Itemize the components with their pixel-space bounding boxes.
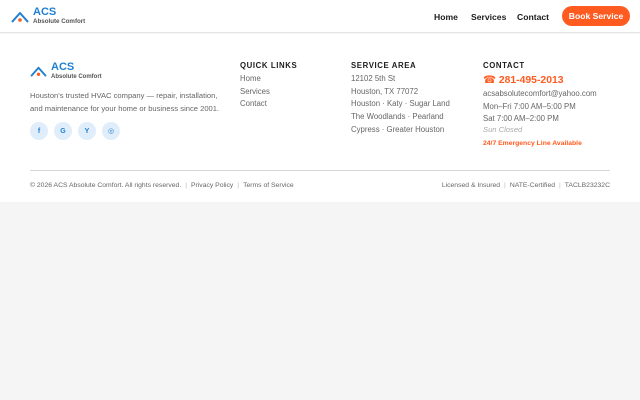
footer-brand-tagline: Absolute Comfort (51, 74, 102, 80)
service-area-item: 12102 5th St (351, 74, 396, 83)
social-links: f G Y ◎ (30, 122, 126, 140)
footer-brand-name: ACS (51, 61, 75, 73)
quick-links-title: QUICK LINKS (240, 61, 298, 70)
certified-badge: NATE-Certified (509, 182, 556, 189)
header-logo[interactable]: ACS Absolute Comfort (11, 7, 85, 25)
instagram-icon[interactable]: ◎ (102, 122, 120, 140)
footer-link-home[interactable]: Home (240, 73, 270, 86)
about-text: Houston's trusted HVAC company — repair,… (30, 91, 220, 113)
service-area-item: Cypress · Greater Houston (351, 124, 445, 134)
house-roof-icon (30, 66, 47, 77)
email-link[interactable]: acsabsolutecomfort@yahoo.com (483, 88, 597, 101)
footer-logo[interactable]: ACS Absolute Comfort (30, 62, 102, 80)
copyright-text: © 2026 ACS Absolute Comfort. All rights … (30, 182, 182, 189)
emergency-line: 24/7 Emergency Line Available (483, 140, 582, 147)
facebook-icon[interactable]: f (30, 122, 48, 140)
service-area-list: 12102 5th St Houston, TX 77072 Houston ·… (351, 73, 450, 136)
privacy-policy-link[interactable]: Privacy Policy (191, 182, 233, 189)
yelp-icon[interactable]: Y (78, 122, 96, 140)
footer-link-services[interactable]: Services (240, 86, 270, 99)
quick-links-list: Home Services Contact (240, 73, 270, 111)
separator: | (559, 182, 561, 189)
service-area-title: SERVICE AREA (351, 61, 417, 70)
google-icon[interactable]: G (54, 122, 72, 140)
hours-sunday: Sun Closed (483, 125, 523, 134)
service-area-item: Houston, TX 77072 (351, 86, 419, 96)
nav-services[interactable]: Services (471, 0, 506, 33)
terms-of-service-link[interactable]: Terms of Service (243, 182, 294, 189)
brand-tagline: Absolute Comfort (33, 18, 86, 25)
separator: | (237, 182, 240, 189)
footer-bottom-left: © 2026 ACS Absolute Comfort. All rights … (30, 182, 294, 189)
nav-contact[interactable]: Contact (517, 0, 549, 33)
footer-divider (30, 170, 610, 171)
hours-weekday: Mon–Fri 7:00 AM–5:00 PM (483, 101, 576, 111)
licensed-badge: Licensed & Insured (441, 182, 501, 189)
house-roof-icon (11, 11, 29, 23)
service-area-item: Houston · Katy · Sugar Land (351, 99, 450, 109)
site-footer: ACS Absolute Comfort Houston's trusted H… (0, 34, 640, 202)
footer-bottom-right: Licensed & Insured | NATE-Certified | TA… (442, 182, 610, 189)
footer-link-contact[interactable]: Contact (240, 98, 270, 111)
separator: | (504, 182, 506, 189)
service-area-item: The Woodlands · Pearland (351, 112, 444, 122)
contact-title: CONTACT (483, 61, 525, 70)
site-header: ACS Absolute Comfort Home Services Conta… (0, 0, 640, 33)
phone-link[interactable]: ☎ 281-495-2013 (483, 74, 564, 86)
license-number: TACLB23232C (564, 182, 610, 189)
book-service-button[interactable]: Book Service (562, 6, 630, 26)
contact-details: acsabsolutecomfort@yahoo.com Mon–Fri 7:0… (483, 88, 597, 126)
brand-name: ACS (33, 6, 57, 18)
nav-home[interactable]: Home (434, 0, 458, 33)
separator: | (185, 182, 187, 189)
